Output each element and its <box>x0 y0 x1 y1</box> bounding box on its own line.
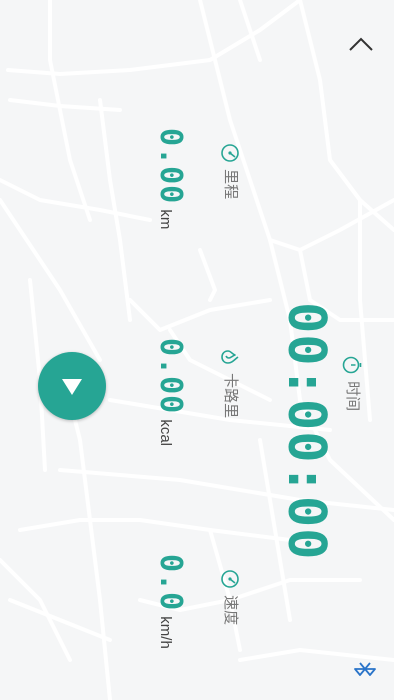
distance-unit: km <box>157 209 174 230</box>
calories-label: 卡路里 <box>222 373 240 419</box>
speedometer-icon <box>221 570 240 588</box>
distance-label-group: 里程 <box>220 142 243 199</box>
odometer-icon <box>221 144 240 162</box>
speed-label: 速度 <box>222 595 240 626</box>
distance-label: 里程 <box>222 169 240 200</box>
time-stat: 00:00:00 <box>276 302 336 560</box>
bluetooth-button[interactable] <box>352 656 378 682</box>
distance-value: 0.00 <box>153 128 188 205</box>
time-value: 00:00:00 <box>276 302 336 561</box>
calories-stat: 0.00 kcal <box>153 338 188 446</box>
speed-label-group: 速度 <box>220 568 243 625</box>
calories-unit: kcal <box>157 419 174 447</box>
collapse-button[interactable] <box>344 30 378 60</box>
speed-value: 0.0 <box>153 554 188 612</box>
bluetooth-icon <box>354 662 376 676</box>
time-label: 时间 <box>344 381 362 412</box>
flame-icon <box>221 350 239 364</box>
speed-unit: km/h <box>157 616 174 649</box>
distance-stat: 0.00 km <box>153 128 188 229</box>
triangle-down-icon <box>62 379 82 395</box>
time-label-group: 时间 <box>342 354 365 411</box>
calories-value: 0.00 <box>153 338 188 415</box>
stopwatch-icon <box>343 356 362 374</box>
chevron-up-icon <box>349 37 373 51</box>
calories-label-group: 卡路里 <box>220 346 243 418</box>
start-button[interactable] <box>38 352 106 420</box>
speed-stat: 0.0 km/h <box>153 554 188 649</box>
